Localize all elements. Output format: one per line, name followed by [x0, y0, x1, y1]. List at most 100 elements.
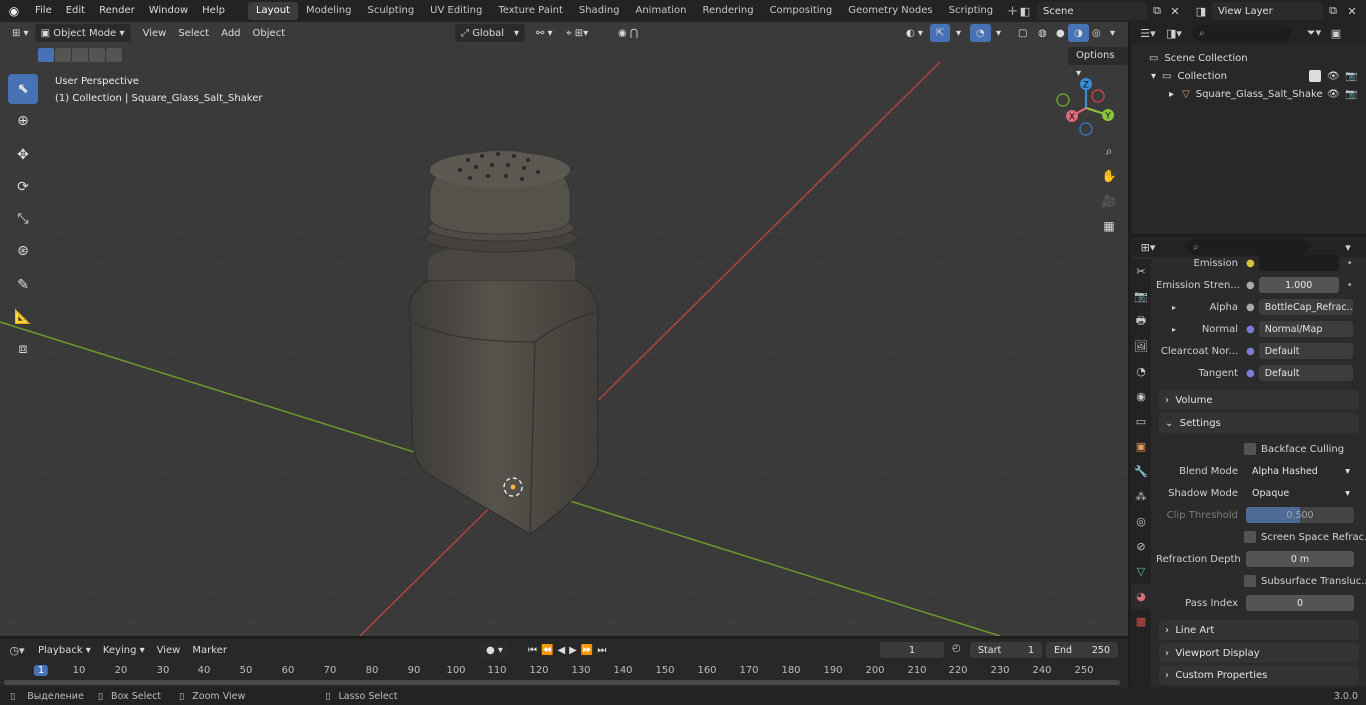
- tab-modeling[interactable]: Modeling: [298, 2, 360, 20]
- end-frame-field[interactable]: End 250: [1046, 642, 1118, 658]
- scene-tab-icon[interactable]: ◔: [1131, 359, 1151, 384]
- select-intersect-icon[interactable]: [106, 48, 122, 62]
- outliner-row-object[interactable]: ▸ ▽ Square_Glass_Salt_Shake 👁 📷: [1131, 85, 1366, 103]
- menu-marker[interactable]: Marker: [186, 641, 233, 659]
- volume-panel-header[interactable]: › Volume: [1159, 390, 1359, 410]
- output-tab-icon[interactable]: 🖶: [1131, 309, 1151, 334]
- expand-arrow-icon[interactable]: ▾: [1151, 71, 1156, 82]
- pass-index-field[interactable]: 0: [1246, 595, 1354, 611]
- settings-panel-header[interactable]: ⌄ Settings: [1159, 413, 1359, 433]
- properties-search-input[interactable]: ⌕: [1187, 239, 1309, 255]
- refraction-depth-field[interactable]: 0 m: [1246, 551, 1354, 567]
- timeline-scrollbar[interactable]: [4, 680, 1120, 685]
- clip-threshold-slider[interactable]: 0.500: [1246, 507, 1354, 523]
- zoom-icon[interactable]: ⌕: [1098, 140, 1120, 162]
- tab-uv-editing[interactable]: UV Editing: [422, 2, 490, 20]
- texture-tab-icon[interactable]: ▩: [1131, 609, 1151, 634]
- keyframe-icon[interactable]: •: [1347, 258, 1353, 269]
- current-frame-marker[interactable]: 1: [33, 665, 49, 676]
- new-view-layer-icon[interactable]: ⧉: [1324, 2, 1342, 20]
- outliner-search-input[interactable]: ⌕: [1193, 25, 1291, 41]
- blender-logo-icon[interactable]: ◉: [0, 0, 28, 22]
- measure-tool-icon[interactable]: 📐: [8, 302, 38, 332]
- tab-rendering[interactable]: Rendering: [694, 2, 761, 20]
- view-layer-selector[interactable]: View Layer: [1212, 2, 1322, 20]
- visibility-icon[interactable]: ◐ ▾: [900, 24, 929, 42]
- subsurface-translucency-row[interactable]: Subsurface Transluc...: [1244, 572, 1366, 590]
- menu-edit[interactable]: Edit: [59, 0, 92, 22]
- gizmo-menu-icon[interactable]: ▾: [950, 24, 967, 42]
- select-extend-icon[interactable]: [55, 48, 71, 62]
- line-art-panel-header[interactable]: › Line Art: [1159, 620, 1359, 640]
- camera-view-icon[interactable]: 🎥: [1098, 190, 1120, 212]
- backface-culling-row[interactable]: Backface Culling: [1244, 440, 1366, 458]
- view-layer-tab-icon[interactable]: 🖼: [1131, 334, 1151, 359]
- screen-space-refraction-checkbox[interactable]: [1244, 531, 1256, 543]
- start-frame-field[interactable]: Start 1: [970, 642, 1042, 658]
- 3d-viewport[interactable]: ⊞ ▾ ▣ Object Mode ▾ View Select Add Objec…: [0, 22, 1128, 636]
- mode-selector[interactable]: ▣ Object Mode ▾: [34, 24, 131, 42]
- proportional-edit-icon[interactable]: ◉ ⋂: [612, 24, 644, 42]
- stopwatch-icon[interactable]: ◴: [952, 643, 961, 654]
- perspective-toggle-icon[interactable]: ▦: [1098, 215, 1120, 237]
- tab-sculpting[interactable]: Sculpting: [359, 2, 422, 20]
- jump-keyframe-forward-icon[interactable]: ⏩: [581, 645, 597, 656]
- keyframe-icon[interactable]: •: [1347, 280, 1353, 291]
- menu-add[interactable]: Add: [215, 24, 246, 42]
- delete-scene-icon[interactable]: ✕: [1166, 2, 1184, 20]
- emission-strength-field[interactable]: 1.000: [1258, 277, 1339, 293]
- shading-menu-icon[interactable]: ▾: [1104, 24, 1121, 42]
- alpha-node-field[interactable]: BottleCap_Refrac...: [1258, 299, 1353, 315]
- xray-icon[interactable]: ▢: [1012, 24, 1033, 42]
- tab-texture-paint[interactable]: Texture Paint: [490, 2, 571, 20]
- eye-icon[interactable]: 👁: [1327, 89, 1340, 100]
- expand-arrow-icon[interactable]: ▸: [1172, 325, 1176, 334]
- transform-tool-icon[interactable]: ⊛: [8, 236, 38, 266]
- eye-icon[interactable]: 👁: [1327, 71, 1340, 82]
- cursor-tool-icon[interactable]: ⊕: [8, 106, 38, 136]
- move-tool-icon[interactable]: ✥: [8, 140, 38, 170]
- gizmo-toggle-icon[interactable]: ⇱: [930, 24, 951, 42]
- constraints-tab-icon[interactable]: ⊘: [1131, 534, 1151, 559]
- salt-shaker-object[interactable]: [408, 149, 599, 535]
- particles-tab-icon[interactable]: ⁂: [1131, 484, 1151, 509]
- overlay-toggle-icon[interactable]: ◔: [970, 24, 991, 42]
- scene-icon[interactable]: ◧: [1016, 2, 1034, 20]
- snap-icon[interactable]: ⌖ ⊞▾: [560, 24, 594, 42]
- select-new-icon[interactable]: [38, 48, 54, 62]
- collection-tab-icon[interactable]: ▭: [1131, 409, 1151, 434]
- transform-orientation-select[interactable]: ⤢ Global ▾: [455, 24, 525, 42]
- view-layer-icon[interactable]: ◨: [1192, 2, 1210, 20]
- menu-view[interactable]: View: [137, 24, 173, 42]
- outliner-editor-type-icon[interactable]: ☰▾: [1139, 24, 1157, 42]
- menu-playback[interactable]: Playback ▾: [32, 641, 97, 659]
- expand-arrow-icon[interactable]: ▸: [1172, 303, 1176, 312]
- jump-keyframe-back-icon[interactable]: ⏪: [541, 645, 557, 656]
- new-collection-icon[interactable]: ▣: [1327, 24, 1345, 42]
- outliner-row-scene-collection[interactable]: ▭ Scene Collection: [1131, 49, 1366, 67]
- rotate-tool-icon[interactable]: ⟳: [8, 172, 38, 202]
- add-cube-tool-icon[interactable]: ⧈: [8, 334, 38, 364]
- object-tab-icon[interactable]: ▣: [1131, 434, 1151, 459]
- normal-node-field[interactable]: Normal/Map: [1258, 321, 1353, 337]
- menu-timeline-view[interactable]: View: [151, 641, 187, 659]
- new-scene-icon[interactable]: ⧉: [1148, 2, 1166, 20]
- editor-type-icon[interactable]: ⊞ ▾: [6, 24, 35, 42]
- world-tab-icon[interactable]: ◉: [1131, 384, 1151, 409]
- data-tab-icon[interactable]: ▽: [1131, 559, 1151, 584]
- expand-arrow-icon[interactable]: ▸: [1169, 89, 1174, 100]
- scene-selector[interactable]: Scene: [1037, 2, 1147, 20]
- play-reverse-icon[interactable]: ◀: [557, 645, 569, 656]
- clearcoat-normal-field[interactable]: Default: [1258, 343, 1353, 359]
- screen-space-refraction-row[interactable]: Screen Space Refrac...: [1244, 528, 1366, 546]
- navigation-gizmo[interactable]: Z Y X: [1052, 74, 1122, 144]
- outliner-row-collection[interactable]: ▾ ▭ Collection 👁 📷: [1131, 67, 1366, 85]
- scale-tool-icon[interactable]: ⤡: [8, 204, 38, 234]
- jump-end-icon[interactable]: ⏭: [597, 645, 610, 656]
- custom-properties-panel-header[interactable]: › Custom Properties: [1159, 665, 1359, 685]
- play-icon[interactable]: ▶: [569, 645, 581, 656]
- camera-render-icon[interactable]: 📷: [1345, 89, 1357, 100]
- tab-shading[interactable]: Shading: [571, 2, 628, 20]
- menu-window[interactable]: Window: [142, 0, 195, 22]
- render-tab-icon[interactable]: 📷: [1131, 284, 1151, 309]
